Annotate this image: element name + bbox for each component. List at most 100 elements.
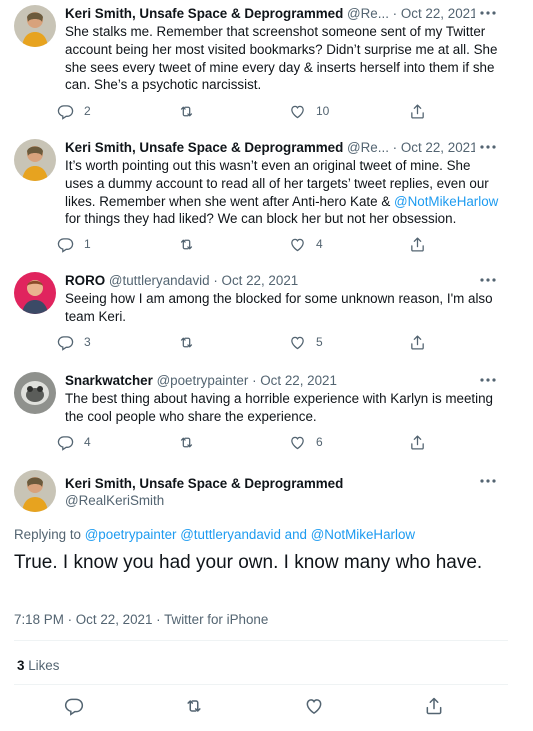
share-button[interactable] <box>409 332 426 352</box>
reply-icon <box>57 334 74 351</box>
share-button[interactable] <box>409 234 426 254</box>
like-button[interactable]: 10 <box>289 101 329 121</box>
tweet-header: Snarkwatcher @poetrypainter · Oct 22, 20… <box>65 372 475 390</box>
main-tweet-actions <box>0 696 533 718</box>
more-icon[interactable] <box>478 272 498 288</box>
mention-link[interactable]: @NotMikeHarlow <box>311 527 415 542</box>
tweet-header: Keri Smith, Unsafe Space & Deprogrammed … <box>65 5 475 23</box>
likes-count: 3 <box>17 658 25 673</box>
user-handle[interactable]: @poetrypainter <box>157 373 249 388</box>
like-count: 6 <box>316 435 323 449</box>
replying-label: Replying to <box>14 527 85 542</box>
replying-and: and <box>280 527 311 542</box>
user-handle[interactable]: @RealKeriSmith <box>65 492 164 509</box>
separator: · <box>392 140 398 155</box>
tweet-text: Seeing how I am among the blocked for so… <box>65 291 493 324</box>
more-icon[interactable] <box>478 5 498 21</box>
user-handle[interactable]: @Re... <box>347 6 389 21</box>
user-handle[interactable]: @Re... <box>347 140 389 155</box>
avatar[interactable] <box>14 5 56 47</box>
separator: · <box>213 273 218 288</box>
tweet[interactable]: Snarkwatcher @poetrypainter · Oct 22, 20… <box>0 372 533 457</box>
more-icon[interactable] <box>478 473 498 489</box>
like-icon <box>289 334 306 351</box>
share-icon <box>409 334 426 351</box>
retweet-icon <box>178 434 195 451</box>
mention-link[interactable]: @NotMikeHarlow <box>394 194 498 209</box>
display-name[interactable]: Keri Smith, Unsafe Space & Deprogrammed <box>65 140 343 155</box>
retweet-button[interactable] <box>178 234 195 254</box>
share-button[interactable] <box>409 432 426 452</box>
tweet-actions: 3 5 <box>57 332 487 352</box>
tweet-text-part: for things they had liked? We can block … <box>65 211 457 227</box>
avatar[interactable] <box>14 372 56 414</box>
tweet-date[interactable]: Oct 22, 2021 <box>222 273 299 288</box>
reply-count: 3 <box>84 335 91 349</box>
avatar[interactable] <box>14 272 56 314</box>
likes-summary[interactable]: 3 Likes <box>17 657 59 674</box>
tweet-date[interactable]: Oct 22, 2021 <box>401 140 475 155</box>
retweet-icon <box>178 334 195 351</box>
like-count: 4 <box>316 237 323 251</box>
mention-link[interactable]: @poetrypainter <box>85 527 177 542</box>
like-count: 10 <box>316 104 330 118</box>
tweet-actions: 4 6 <box>57 432 487 452</box>
display-name[interactable]: RORO <box>65 273 105 288</box>
display-name[interactable]: Keri Smith, Unsafe Space & Deprogrammed <box>65 6 343 21</box>
mention-link[interactable]: @tuttleryandavid <box>180 527 281 542</box>
reply-icon <box>57 103 74 120</box>
avatar[interactable] <box>14 470 56 512</box>
share-icon <box>409 236 426 253</box>
reply-icon[interactable] <box>64 696 84 716</box>
share-icon[interactable] <box>424 696 444 716</box>
retweet-button[interactable] <box>178 101 195 121</box>
divider <box>14 684 508 685</box>
more-icon[interactable] <box>478 139 498 155</box>
tweet-meta[interactable]: 7:18 PM · Oct 22, 2021 · Twitter for iPh… <box>14 611 268 628</box>
display-name[interactable]: Keri Smith, Unsafe Space & Deprogrammed <box>65 475 343 492</box>
reply-button[interactable]: 4 <box>57 432 91 452</box>
tweet-date[interactable]: Oct 22, 2021 <box>260 373 337 388</box>
reply-button[interactable]: 3 <box>57 332 91 352</box>
like-button[interactable]: 5 <box>289 332 323 352</box>
tweet[interactable]: Keri Smith, Unsafe Space & Deprogrammed … <box>0 5 533 125</box>
likes-label: Likes <box>28 658 60 673</box>
like-icon <box>289 103 306 120</box>
reply-count: 4 <box>84 435 91 449</box>
retweet-button[interactable] <box>178 432 195 452</box>
retweet-icon <box>178 103 195 120</box>
share-icon <box>409 434 426 451</box>
avatar[interactable] <box>14 139 56 181</box>
like-icon[interactable] <box>304 696 324 716</box>
separator: · <box>392 6 398 21</box>
replying-to: Replying to @poetrypainter @tuttleryanda… <box>14 526 415 543</box>
reply-icon <box>57 434 74 451</box>
tweet-text: It’s worth pointing out this wasn’t even… <box>65 157 500 228</box>
tweet[interactable]: RORO @tuttleryandavid · Oct 22, 2021 See… <box>0 272 533 357</box>
retweet-button[interactable] <box>178 332 195 352</box>
reply-icon <box>57 236 74 253</box>
like-button[interactable]: 4 <box>289 234 323 254</box>
like-icon <box>289 434 306 451</box>
tweet-text: True. I know you had your own. I know ma… <box>14 552 483 573</box>
display-name[interactable]: Snarkwatcher <box>65 373 153 388</box>
divider <box>14 640 508 641</box>
like-button[interactable]: 6 <box>289 432 323 452</box>
retweet-icon <box>178 236 195 253</box>
user-handle[interactable]: @tuttleryandavid <box>109 273 210 288</box>
reply-count: 2 <box>84 104 91 118</box>
tweet-header: RORO @tuttleryandavid · Oct 22, 2021 <box>65 272 475 290</box>
tweet-date[interactable]: Oct 22, 2021 <box>401 6 475 21</box>
tweet-text: The best thing about having a horrible e… <box>65 391 494 424</box>
like-icon <box>289 236 306 253</box>
tweet[interactable]: Keri Smith, Unsafe Space & Deprogrammed … <box>0 139 533 259</box>
more-icon[interactable] <box>478 372 498 388</box>
like-count: 5 <box>316 335 323 349</box>
reply-button[interactable]: 2 <box>57 101 91 121</box>
tweet-actions: 2 10 <box>57 101 487 121</box>
tweet-header: Keri Smith, Unsafe Space & Deprogrammed … <box>65 139 475 157</box>
reply-button[interactable]: 1 <box>57 234 91 254</box>
tweet-text: She stalks me. Remember that screenshot … <box>65 24 498 93</box>
share-button[interactable] <box>409 101 426 121</box>
retweet-icon[interactable] <box>184 696 204 716</box>
